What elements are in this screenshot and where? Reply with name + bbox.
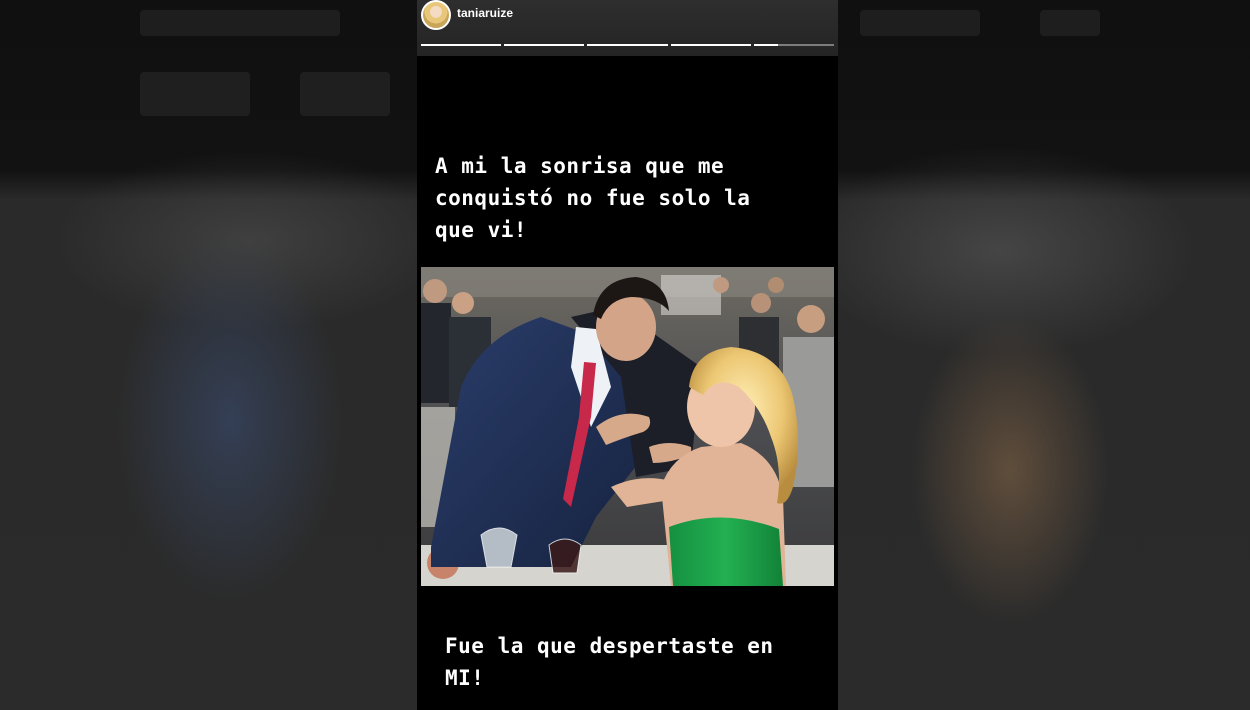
progress-segment [504, 44, 585, 46]
caption-top: A mi la sonrisa que me conquistó no fue … [435, 154, 751, 242]
progress-segment-fill [670, 44, 751, 46]
photo-illustration [421, 267, 834, 586]
story-progress-bar [421, 44, 835, 46]
username[interactable]: taniaruize [457, 6, 513, 20]
blurred-bar [300, 72, 390, 116]
avatar[interactable] [421, 0, 451, 30]
progress-segment [670, 44, 751, 46]
progress-segment [421, 44, 502, 46]
progress-segment-fill [753, 44, 778, 46]
blurred-bar [140, 72, 250, 116]
blurred-bar [1040, 10, 1100, 36]
caption-bottom: Fue la que despertaste en MI! [445, 634, 774, 690]
story-photo [421, 267, 834, 586]
progress-segment-fill [504, 44, 585, 46]
story-content[interactable]: A mi la sonrisa que me conquistó no fue … [421, 58, 834, 710]
story-viewer[interactable]: taniaruize A mi la sonrisa que me conqui… [417, 0, 838, 710]
progress-segment-fill [587, 44, 668, 46]
blurred-bar [140, 10, 340, 36]
progress-segment [587, 44, 668, 46]
blurred-bar [860, 10, 980, 36]
story-header: taniaruize [417, 0, 838, 56]
progress-segment-fill [421, 44, 502, 46]
progress-segment [753, 44, 835, 46]
